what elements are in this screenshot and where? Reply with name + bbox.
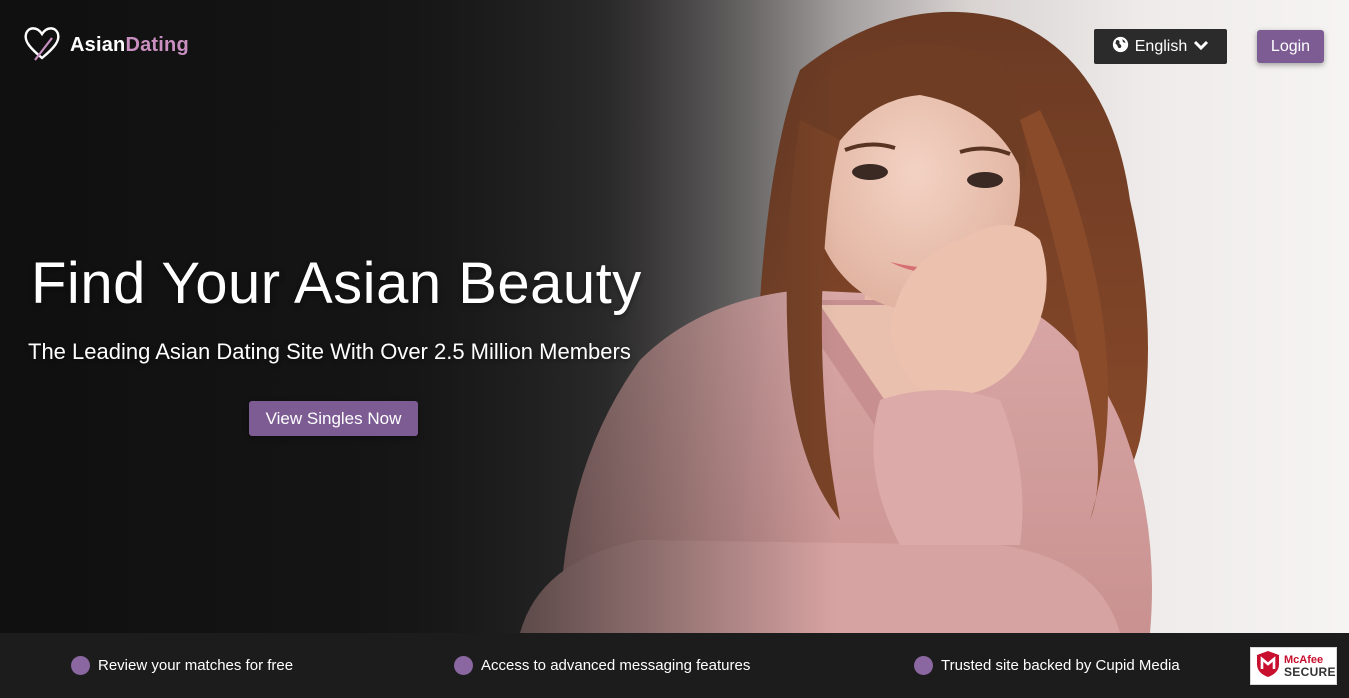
view-singles-button[interactable]: View Singles Now [249,401,418,436]
language-label: English [1134,37,1188,55]
logo-text-primary: Asian [70,33,126,56]
mcafee-secure-badge[interactable]: McAfee SECURE [1250,647,1337,685]
logo-text-accent: Dating [125,33,189,56]
feature-item-free-matches: Review your matches for free [71,633,293,698]
login-button[interactable]: Login [1257,30,1324,63]
hero-headline: Find Your Asian Beauty [31,251,642,316]
feature-item-messaging: Access to advanced messaging features [454,633,750,698]
bullet-dot-icon [914,656,933,675]
feature-item-trusted: Trusted site backed by Cupid Media [914,633,1180,698]
heart-logo-icon [22,24,62,67]
globe-icon [1112,36,1129,58]
features-bar: Review your matches for free Access to a… [0,633,1349,698]
bullet-dot-icon [454,656,473,675]
site-logo[interactable]: AsianDating [22,26,189,64]
mcafee-text: McAfee SECURE [1284,654,1336,678]
language-selector[interactable]: English [1094,29,1227,64]
feature-label: Trusted site backed by Cupid Media [941,657,1180,674]
mcafee-shield-icon [1256,650,1280,683]
chevron-down-icon [1193,38,1209,56]
feature-label: Review your matches for free [98,657,294,674]
logo-text: AsianDating [70,34,189,57]
feature-label: Access to advanced messaging features [481,657,751,674]
mcafee-tagline: SECURE [1284,665,1336,679]
bullet-dot-icon [71,656,90,675]
hero-subheadline: The Leading Asian Dating Site With Over … [28,339,631,364]
